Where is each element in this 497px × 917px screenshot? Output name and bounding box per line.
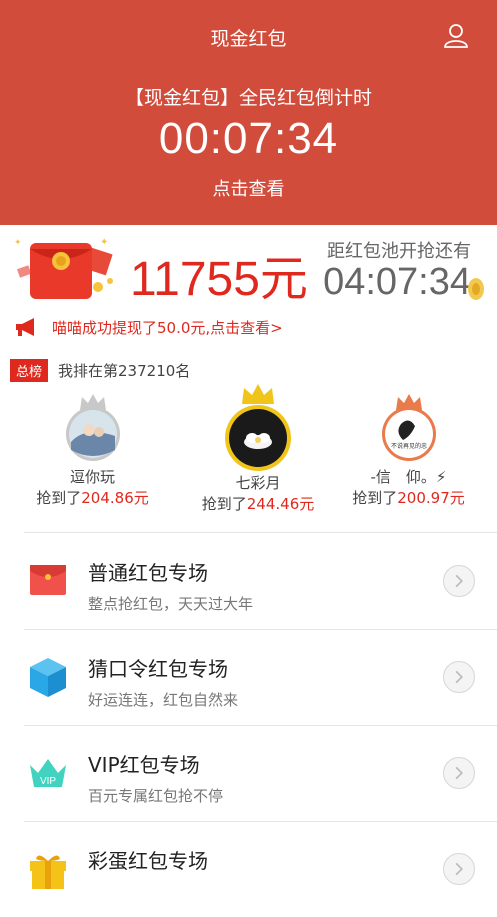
chevron-right-icon[interactable] bbox=[443, 757, 475, 789]
gold-crown-icon bbox=[242, 384, 274, 404]
red-envelope-illustration: ✦ ✦ bbox=[14, 237, 113, 299]
list-item-title: 普通红包专场 bbox=[88, 561, 208, 585]
page-title: 现金红包 bbox=[210, 28, 287, 50]
pool-countdown-label: 距红包池开抢还有 bbox=[327, 241, 471, 262]
countdown-label: 【现金红包】全民红包倒计时 bbox=[124, 87, 372, 109]
winner-prize: 抢到了244.46元 bbox=[201, 495, 315, 513]
list-item-subtitle: 整点抢红包，天天过大年 bbox=[88, 595, 254, 613]
countdown-timer: 00:07:34 bbox=[158, 114, 339, 163]
red-envelope-icon bbox=[30, 565, 66, 595]
notice-text: 喵喵成功提现了50.0元,点击查看> bbox=[52, 318, 283, 337]
pool-countdown-timer: 04:07:34 bbox=[323, 261, 471, 303]
gift-icon bbox=[30, 855, 66, 889]
avatar-caption: 不说再见的忠 bbox=[391, 442, 427, 450]
header: 现金红包 【现金红包】全民红包倒计时 00:07:34 点击查看 bbox=[0, 0, 497, 225]
prize-pool: ✦ ✦ 11755元 距红包池开抢还有 04:07:34 bbox=[0, 225, 497, 310]
coin-decoration bbox=[468, 278, 484, 300]
list-item-vip[interactable]: VIP VIP红包专场 百元专属红包抢不停 bbox=[0, 725, 497, 821]
list-item-easter-egg[interactable]: 彩蛋红包专场 bbox=[0, 821, 497, 917]
winner-prize: 抢到了204.86元 bbox=[36, 489, 149, 507]
list-item-title: VIP红包专场 bbox=[88, 753, 200, 777]
megaphone-icon bbox=[16, 318, 34, 336]
list-item-password[interactable]: 猜口令红包专场 好运连连，红包自然来 bbox=[0, 629, 497, 725]
avatar bbox=[65, 407, 120, 461]
vip-icon-label: VIP bbox=[40, 776, 56, 787]
pool-amount: 11755元 bbox=[130, 253, 308, 306]
list-item-subtitle: 好运连连，红包自然来 bbox=[88, 691, 239, 709]
list-item-title: 彩蛋红包专场 bbox=[88, 849, 208, 873]
avatar bbox=[225, 405, 291, 471]
winner-second[interactable]: 逗你玩 抢到了204.86元 bbox=[20, 392, 165, 508]
chevron-right-icon[interactable] bbox=[443, 661, 475, 693]
winner-first[interactable]: 七彩月 抢到了244.46元 bbox=[184, 382, 332, 514]
svg-text:✦: ✦ bbox=[14, 238, 22, 248]
user-icon[interactable] bbox=[443, 22, 469, 48]
list-item-normal[interactable]: 普通红包专场 整点抢红包，天天过大年 bbox=[0, 533, 497, 629]
cube-icon bbox=[30, 658, 66, 697]
svg-text:✦: ✦ bbox=[100, 237, 108, 248]
withdraw-notice[interactable]: 喵喵成功提现了50.0元,点击查看> bbox=[14, 315, 283, 339]
avatar: 不说再见的忠 bbox=[381, 407, 436, 461]
winner-third[interactable]: 不说再见的忠 -信 仰。⚡ 抢到了200.97元 bbox=[336, 392, 481, 508]
ranking-header: 总榜 我排在第237210名 bbox=[10, 359, 190, 382]
view-details-link[interactable]: 点击查看 bbox=[0, 175, 497, 201]
list-item-subtitle: 百元专属红包抢不停 bbox=[88, 787, 224, 805]
total-rank-badge[interactable]: 总榜 bbox=[10, 359, 49, 382]
list-item-title: 猜口令红包专场 bbox=[88, 657, 228, 681]
chevron-right-icon[interactable] bbox=[443, 565, 475, 597]
vip-crown-icon: VIP bbox=[30, 759, 66, 787]
my-rank-text: 我排在第237210名 bbox=[58, 362, 191, 380]
chevron-right-icon[interactable] bbox=[443, 853, 475, 885]
winner-prize: 抢到了200.97元 bbox=[352, 489, 465, 507]
